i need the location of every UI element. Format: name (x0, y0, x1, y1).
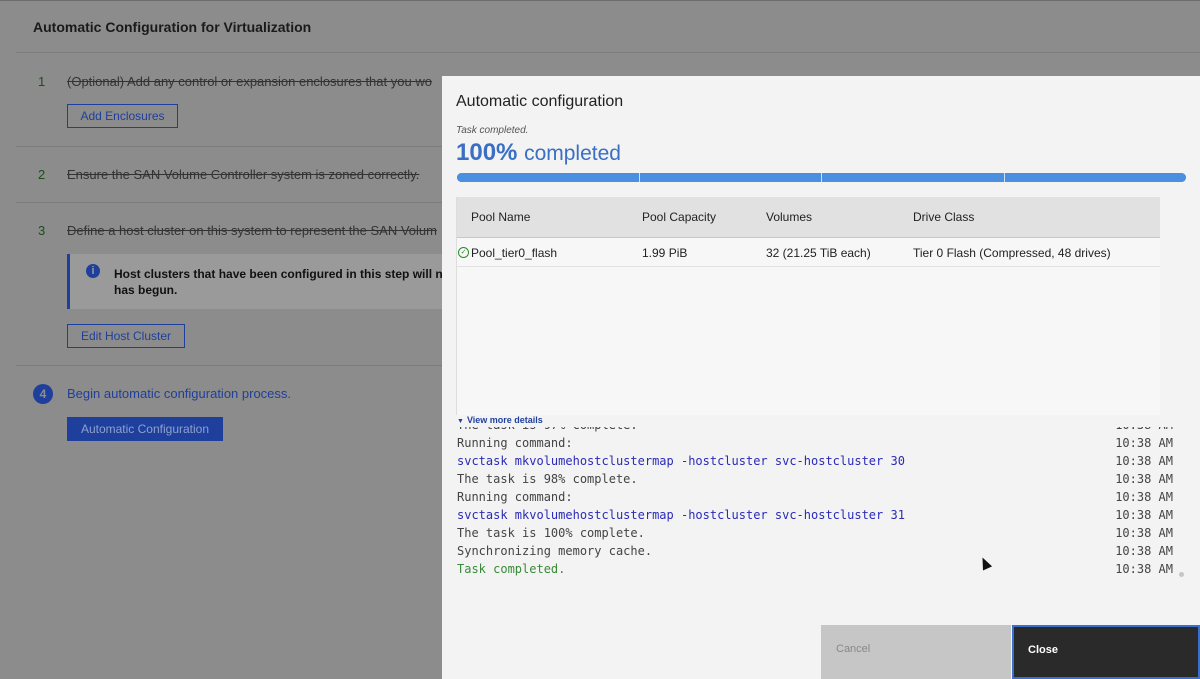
column-header-drive-class[interactable]: Drive Class (913, 210, 974, 224)
progress-segment-divider (1004, 173, 1005, 182)
cancel-button[interactable]: Cancel (821, 625, 1011, 679)
log-message: svctask mkvolumehostclustermap -hostclus… (457, 454, 905, 468)
log-timestamp: 10:38 AM (1115, 562, 1173, 576)
cell-drive-class: Tier 0 Flash (Compressed, 48 drives) (913, 246, 1111, 260)
log-message: The task is 97% complete. (457, 427, 638, 434)
table-header: Pool Name Pool Capacity Volumes Drive Cl… (457, 197, 1160, 238)
column-header-volumes[interactable]: Volumes (766, 210, 812, 224)
automatic-configuration-dialog: Automatic configuration Task completed. … (442, 76, 1200, 679)
log-entry: Running command: 10:38 AM (457, 488, 1175, 506)
progress-percent-label: 100% completed (456, 139, 621, 167)
log-timestamp: 10:38 AM (1115, 544, 1173, 558)
view-more-details-label: View more details (466, 415, 543, 425)
caret-down-icon: ▼ (457, 418, 464, 425)
column-header-pool-name[interactable]: Pool Name (471, 210, 530, 224)
log-message: Running command: (457, 490, 573, 504)
close-button[interactable]: Close (1012, 625, 1200, 679)
progress-bar (457, 173, 1186, 182)
progress-segment-divider (639, 173, 640, 182)
cell-pool-name: Pool_tier0_flash (471, 246, 558, 260)
info-icon: i (86, 264, 100, 278)
step-4-number: 4 (33, 384, 53, 404)
step-2-number: 2 (38, 167, 46, 182)
task-status: Task completed. (456, 125, 529, 136)
log-timestamp: 10:38 AM (1115, 454, 1173, 468)
task-log[interactable]: The task is 97% complete.10:38 AMRunning… (456, 427, 1186, 587)
log-timestamp: 10:38 AM (1115, 526, 1173, 540)
step-divider (16, 365, 446, 366)
log-entry: Running command: 10:38 AM (457, 434, 1175, 452)
step-4-text: Begin automatic configuration process. (67, 386, 292, 401)
step-1-number: 1 (38, 74, 46, 89)
log-message: Synchronizing memory cache. (457, 544, 653, 558)
step-1-text: (Optional) Add any control or expansion … (67, 74, 432, 89)
check-circle-icon: ✓ (458, 247, 469, 258)
log-entry: svctask mkvolumehostclustermap -hostclus… (457, 452, 1175, 470)
log-message: Running command: (457, 436, 573, 450)
log-message: The task is 100% complete. (457, 526, 645, 540)
step-2-text: Ensure the SAN Volume Controller system … (67, 167, 420, 182)
table-row[interactable]: ✓ Pool_tier0_flash 1.99 PiB 32 (21.25 Ti… (457, 238, 1160, 267)
log-entry: The task is 97% complete. 10:38 AM (457, 427, 1175, 434)
log-entry: Task completed. 10:38 AM (457, 560, 1175, 578)
log-entry: The task is 98% complete. 10:38 AM (457, 470, 1175, 488)
log-timestamp: 10:38 AM (1115, 508, 1173, 522)
log-message: The task is 98% complete. (457, 472, 638, 486)
progress-word: completed (524, 142, 621, 165)
dialog-title: Automatic configuration (456, 93, 624, 110)
log-timestamp: 10:38 AM (1115, 436, 1173, 450)
page-title: Automatic Configuration for Virtualizati… (33, 19, 312, 35)
progress-percent: 100% (456, 139, 518, 166)
log-timestamp: 10:38 AM (1115, 472, 1173, 486)
pool-table: Pool Name Pool Capacity Volumes Drive Cl… (456, 197, 1160, 415)
edit-host-cluster-button[interactable]: Edit Host Cluster (67, 324, 185, 348)
title-divider (16, 52, 1200, 53)
step-divider (16, 202, 446, 203)
column-header-pool-capacity[interactable]: Pool Capacity (642, 210, 716, 224)
log-message: Task completed. (457, 562, 566, 576)
log-entry: Synchronizing memory cache. 10:38 AM (457, 542, 1175, 560)
step-divider (16, 146, 446, 147)
log-entry: The task is 100% complete. 10:38 AM (457, 524, 1175, 542)
step-3-text: Define a host cluster on this system to … (67, 223, 437, 238)
log-timestamp: 10:38 AM (1115, 490, 1173, 504)
scrollbar-thumb[interactable] (1179, 572, 1184, 577)
cell-pool-capacity: 1.99 PiB (642, 246, 688, 260)
log-entry: svctask mkvolumehostclustermap -hostclus… (457, 506, 1175, 524)
view-more-details-toggle[interactable]: ▼ View more details (457, 415, 543, 425)
info-text: Host clusters that have been configured … (114, 267, 443, 297)
step-3-number: 3 (38, 223, 46, 238)
progress-segment-divider (821, 173, 822, 182)
log-message: svctask mkvolumehostclustermap -hostclus… (457, 508, 905, 522)
info-notification: i Host clusters that have been configure… (67, 254, 447, 309)
cell-volumes: 32 (21.25 TiB each) (766, 246, 871, 260)
add-enclosures-button[interactable]: Add Enclosures (67, 104, 178, 128)
top-divider (0, 0, 1200, 1)
log-timestamp: 10:38 AM (1115, 427, 1173, 434)
automatic-configuration-button[interactable]: Automatic Configuration (67, 417, 223, 441)
